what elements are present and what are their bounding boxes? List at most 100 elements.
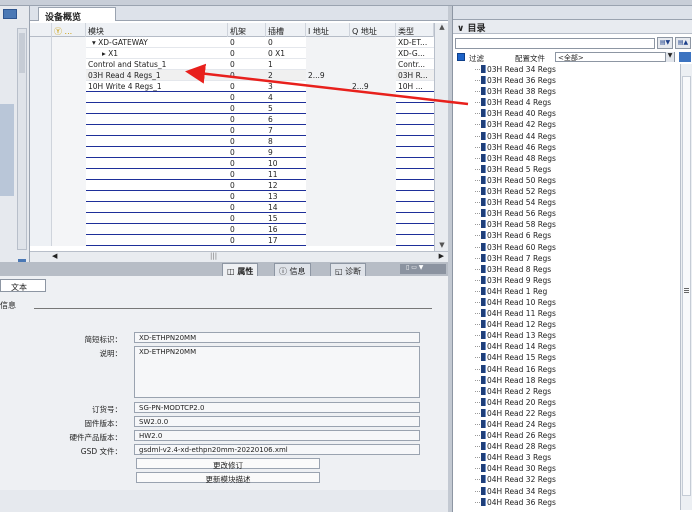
- cell-rack[interactable]: 0: [228, 180, 266, 191]
- column-slot[interactable]: 插槽: [266, 23, 306, 37]
- row-header[interactable]: [30, 224, 52, 235]
- cell-slot[interactable]: 12: [266, 180, 306, 191]
- cell-slot[interactable]: 8: [266, 136, 306, 147]
- column-type[interactable]: 类型: [396, 23, 434, 37]
- cell-q-addr[interactable]: [350, 92, 396, 103]
- cell-slot[interactable]: 11: [266, 169, 306, 180]
- catalog-search-input[interactable]: [455, 38, 655, 49]
- device-view-icon[interactable]: [3, 9, 17, 19]
- cell-rack[interactable]: 0: [228, 169, 266, 180]
- cell-module[interactable]: [86, 202, 228, 213]
- catalog-module-item[interactable]: 04H Read 12 Regs: [467, 319, 679, 330]
- catalog-module-item[interactable]: 03H Read 48 Regs: [467, 153, 679, 164]
- cell-rack[interactable]: 0: [228, 92, 266, 103]
- table-row[interactable]: 0 16: [30, 224, 434, 235]
- table-row[interactable]: Control and Status_1 0 1 Contr...: [30, 59, 434, 70]
- cell-module[interactable]: ▸ X1: [86, 48, 228, 59]
- cell-type[interactable]: [396, 202, 434, 213]
- cell-module[interactable]: 10H Write 4 Regs_1: [86, 81, 228, 92]
- cell-i-addr[interactable]: [306, 147, 350, 158]
- row-header[interactable]: [30, 213, 52, 224]
- catalog-module-item[interactable]: 04H Read 22 Regs: [467, 408, 679, 419]
- row-header[interactable]: [30, 147, 52, 158]
- cell-q-addr[interactable]: [350, 136, 396, 147]
- description-field[interactable]: XD-ETHPN20MM: [134, 346, 420, 398]
- filter-checkbox[interactable]: [457, 53, 465, 61]
- table-row[interactable]: 05: [30, 103, 434, 114]
- cell-module[interactable]: [86, 180, 228, 191]
- cell-q-addr[interactable]: [350, 37, 396, 48]
- cell-i-addr[interactable]: [306, 235, 350, 246]
- row-header[interactable]: [30, 70, 52, 81]
- cell-type[interactable]: [396, 213, 434, 224]
- short-id-field[interactable]: XD-ETHPN20MM: [134, 332, 420, 343]
- cell-rack[interactable]: 0: [228, 224, 266, 235]
- catalog-module-item[interactable]: 04H Read 16 Regs: [467, 364, 679, 375]
- catalog-module-item[interactable]: 04H Read 34 Regs: [467, 486, 679, 497]
- cell-module[interactable]: [86, 125, 228, 136]
- catalog-module-item[interactable]: 04H Read 13 Regs: [467, 330, 679, 341]
- row-header[interactable]: [30, 48, 52, 59]
- cell-slot[interactable]: 1: [266, 59, 306, 70]
- cell-type[interactable]: XD-ET...: [396, 37, 434, 48]
- table-row[interactable]: 06: [30, 114, 434, 125]
- catalog-scroll-thumb[interactable]: [682, 76, 691, 496]
- catalog-module-item[interactable]: 04H Read 28 Regs: [467, 441, 679, 452]
- column-rack[interactable]: 机架: [228, 23, 266, 37]
- row-header[interactable]: [30, 59, 52, 70]
- cell-q-addr[interactable]: [350, 70, 396, 81]
- row-header[interactable]: [30, 158, 52, 169]
- table-row[interactable]: 0 17: [30, 235, 434, 246]
- catalog-module-item[interactable]: 03H Read 44 Regs: [467, 131, 679, 142]
- cell-type[interactable]: 03H R...: [396, 70, 434, 81]
- cell-slot[interactable]: 2: [266, 70, 306, 81]
- table-row[interactable]: 03H Read 4 Regs_1 0 2 2...9 03H R...: [30, 70, 434, 81]
- cell-rack[interactable]: 0: [228, 235, 266, 246]
- catalog-module-item[interactable]: 03H Read 38 Regs: [467, 86, 679, 97]
- scroll-left-icon[interactable]: ◀: [52, 252, 57, 260]
- cell-module[interactable]: [86, 169, 228, 180]
- cell-rack[interactable]: 0: [228, 48, 266, 59]
- tab-info[interactable]: ⓘ 信息: [274, 263, 311, 276]
- catalog-module-item[interactable]: 03H Read 42 Regs: [467, 119, 679, 130]
- cell-slot[interactable]: 4: [266, 92, 306, 103]
- cell-type[interactable]: XD-G...: [396, 48, 434, 59]
- catalog-module-item[interactable]: 03H Read 46 Regs: [467, 142, 679, 153]
- catalog-module-item[interactable]: 03H Read 56 Regs: [467, 208, 679, 219]
- row-header[interactable]: [30, 136, 52, 147]
- cell-q-addr[interactable]: [350, 224, 396, 235]
- cell-type[interactable]: [396, 235, 434, 246]
- cell-module[interactable]: [86, 92, 228, 103]
- cell-rack[interactable]: 0: [228, 125, 266, 136]
- cell-rack[interactable]: 0: [228, 213, 266, 224]
- table-row[interactable]: 0 10: [30, 158, 434, 169]
- catalog-module-item[interactable]: 03H Read 40 Regs: [467, 108, 679, 119]
- order-number-field[interactable]: SG-PN-MODTCP2.0: [134, 402, 420, 413]
- cell-module[interactable]: [86, 103, 228, 114]
- cell-q-addr[interactable]: [350, 191, 396, 202]
- cell-q-addr[interactable]: [350, 235, 396, 246]
- row-header[interactable]: [30, 191, 52, 202]
- cell-rack[interactable]: 0: [228, 37, 266, 48]
- cell-type[interactable]: [396, 158, 434, 169]
- catalog-module-item[interactable]: 03H Read 7 Regs: [467, 253, 679, 264]
- catalog-module-item[interactable]: 04H Read 24 Regs: [467, 419, 679, 430]
- cell-i-addr[interactable]: [306, 114, 350, 125]
- catalog-module-item[interactable]: 04H Read 30 Regs: [467, 463, 679, 474]
- cell-module[interactable]: [86, 147, 228, 158]
- cell-module[interactable]: [86, 224, 228, 235]
- cell-slot[interactable]: 14: [266, 202, 306, 213]
- cell-module[interactable]: [86, 158, 228, 169]
- update-module-description-button[interactable]: 更新模块描述: [136, 472, 320, 484]
- row-header[interactable]: [30, 103, 52, 114]
- catalog-module-item[interactable]: 03H Read 6 Regs: [467, 230, 679, 241]
- catalog-module-item[interactable]: 03H Read 8 Regs: [467, 264, 679, 275]
- cell-rack[interactable]: 0: [228, 191, 266, 202]
- cell-i-addr[interactable]: [306, 158, 350, 169]
- table-row[interactable]: 0 13: [30, 191, 434, 202]
- cell-q-addr[interactable]: [350, 180, 396, 191]
- cell-module[interactable]: [86, 235, 228, 246]
- catalog-module-item[interactable]: 03H Read 5 Regs: [467, 164, 679, 175]
- cell-slot[interactable]: 17: [266, 235, 306, 246]
- cell-i-addr[interactable]: [306, 37, 350, 48]
